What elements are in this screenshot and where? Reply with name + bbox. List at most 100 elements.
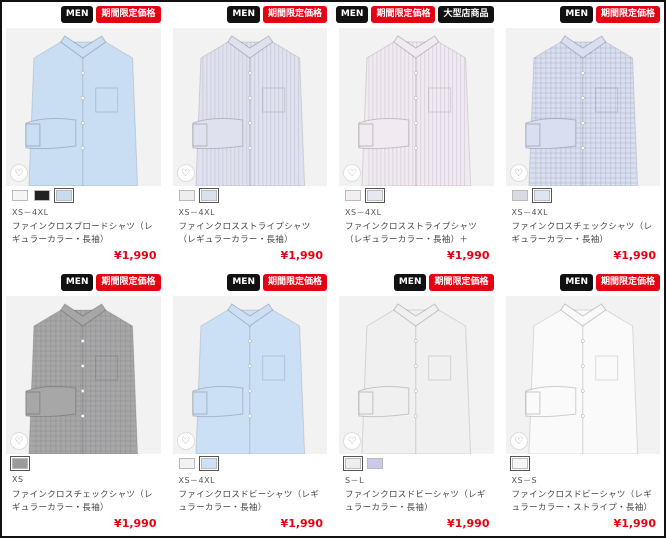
product-image[interactable]: ♡ xyxy=(339,28,494,186)
favorite-icon[interactable]: ♡ xyxy=(10,432,28,450)
color-swatches xyxy=(509,456,530,471)
color-swatches xyxy=(343,456,383,471)
men-badge: MEN xyxy=(227,6,260,23)
badge-group: MEN 期間限定価格 xyxy=(560,6,660,23)
product-image[interactable]: ♡ xyxy=(6,296,161,454)
color-swatches xyxy=(511,188,552,203)
shirt-illustration xyxy=(358,35,472,186)
favorite-icon[interactable]: ♡ xyxy=(176,164,195,182)
product-grid: MEN 期間限定価格 ♡ XS－4XL ファインクロスブロードシャツ（レギュラーカラー・… xyxy=(6,4,660,536)
color-swatch[interactable] xyxy=(178,190,195,201)
size-range: XS－4XL xyxy=(178,208,216,217)
product-card[interactable]: MEN 期間限定価格 ♡ XS－4XL ファインクロスストライプシャツ（レギュラーカラー… xyxy=(172,4,327,272)
color-swatches xyxy=(12,188,74,203)
color-swatch[interactable] xyxy=(511,190,528,201)
color-swatches xyxy=(345,188,385,203)
color-swatch[interactable] xyxy=(54,188,74,203)
badge-group: MEN 期間限定価格 xyxy=(60,6,161,23)
favorite-icon[interactable]: ♡ xyxy=(343,432,361,450)
color-swatch[interactable] xyxy=(10,456,30,471)
size-range: XS－4XL xyxy=(511,208,549,217)
men-badge: MEN xyxy=(60,274,94,291)
product-price: ¥1,990 xyxy=(114,249,157,262)
color-swatch[interactable] xyxy=(367,458,383,469)
favorite-icon[interactable]: ♡ xyxy=(509,164,528,182)
favorite-icon[interactable]: ♡ xyxy=(509,432,528,450)
size-range: XS－4XL xyxy=(345,208,382,217)
favorite-icon[interactable]: ♡ xyxy=(343,164,361,182)
product-card[interactable]: MEN 期間限定価格 ♡ XS－4XL ファインクロスチェックシャツ（レギュラーカラー・… xyxy=(505,4,660,272)
badge-group: MEN 期間限定価格 大型店商品 xyxy=(335,6,494,23)
color-swatch[interactable] xyxy=(12,190,28,201)
product-name[interactable]: ファインクロスチェックシャツ（レギュラーカラー・長袖） xyxy=(512,221,657,247)
badge-group: MEN 期間限定価格 xyxy=(560,274,660,291)
limited-price-badge: 期間限定価格 xyxy=(429,274,494,291)
product-image[interactable]: ♡ xyxy=(339,296,494,454)
limited-price-badge: 期間限定価格 xyxy=(262,6,327,23)
product-card[interactable]: MEN 期間限定価格 ♡ XS ファインクロスチェックシャツ（レギュラーカラー・長袖） ¥… xyxy=(6,272,161,536)
shirt-illustration xyxy=(358,303,472,454)
product-name[interactable]: ファインクロスストライプシャツ（レギュラーカラー・長袖） xyxy=(179,221,324,247)
product-price: ¥1,990 xyxy=(447,517,490,530)
men-badge: MEN xyxy=(560,274,593,291)
product-name[interactable]: ファインクロスドビーシャツ（レギュラーカラー・長袖） xyxy=(179,489,324,515)
color-swatch[interactable] xyxy=(365,188,385,203)
product-card[interactable]: MEN 期間限定価格 ♡ XS－4XL ファインクロスブロードシャツ（レギュラーカラー・… xyxy=(6,4,161,272)
size-range: XS－4XL xyxy=(12,208,49,217)
size-range: XS－4XL xyxy=(178,476,216,485)
favorite-icon[interactable]: ♡ xyxy=(10,164,28,182)
color-swatch[interactable] xyxy=(343,456,363,471)
color-swatch[interactable] xyxy=(178,458,195,469)
badge-group: MEN 期間限定価格 xyxy=(227,6,327,23)
product-name[interactable]: ファインクロスドビーシャツ（レギュラーカラー・ストライプ・長袖） xyxy=(512,489,657,515)
size-range: XS－S xyxy=(511,476,538,485)
product-name[interactable]: ファインクロスストライプシャツ（レギュラーカラー・長袖）＋ xyxy=(345,221,490,247)
men-badge: MEN xyxy=(227,274,260,291)
product-image[interactable]: ♡ xyxy=(505,296,660,454)
color-swatch[interactable] xyxy=(345,190,361,201)
limited-price-badge: 期間限定価格 xyxy=(96,6,161,23)
product-price: ¥1,990 xyxy=(447,249,490,262)
product-price: ¥1,990 xyxy=(280,249,323,262)
product-name[interactable]: ファインクロスチェックシャツ（レギュラーカラー・長袖） xyxy=(12,489,157,515)
color-swatches xyxy=(178,188,219,203)
large-store-badge: 大型店商品 xyxy=(438,6,494,23)
size-range: S－L xyxy=(345,476,365,485)
product-name[interactable]: ファインクロスブロードシャツ（レギュラーカラー・長袖） xyxy=(12,221,157,247)
color-swatches xyxy=(178,456,219,471)
favorite-icon[interactable]: ♡ xyxy=(176,432,195,450)
product-card[interactable]: MEN 期間限定価格 大型店商品 ♡ XS－4XL ファインクロスストライプシャツ（レギュ… xyxy=(335,4,494,272)
men-badge: MEN xyxy=(60,6,94,23)
product-price: ¥1,990 xyxy=(613,249,656,262)
product-image[interactable]: ♡ xyxy=(6,28,161,186)
product-image[interactable]: ♡ xyxy=(172,296,327,454)
color-swatch[interactable] xyxy=(34,190,50,201)
product-price: ¥1,990 xyxy=(613,517,656,530)
color-swatches xyxy=(10,456,30,471)
men-badge: MEN xyxy=(335,6,369,23)
men-badge: MEN xyxy=(393,274,427,291)
badge-group: MEN 期間限定価格 xyxy=(393,274,494,291)
shirt-illustration xyxy=(191,35,305,186)
color-swatch[interactable] xyxy=(198,188,219,203)
color-swatch[interactable] xyxy=(531,188,552,203)
color-swatch[interactable] xyxy=(198,456,219,471)
limited-price-badge: 期間限定価格 xyxy=(595,274,660,291)
product-price: ¥1,990 xyxy=(280,517,323,530)
product-card[interactable]: MEN 期間限定価格 ♡ S－L ファインクロスドビーシャツ（レギュラーカラー・長袖） ¥… xyxy=(339,272,494,536)
color-swatch[interactable] xyxy=(509,456,530,471)
badge-group: MEN 期間限定価格 xyxy=(227,274,327,291)
product-card[interactable]: MEN 期間限定価格 ♡ XS－4XL ファインクロスドビーシャツ（レギュラーカラー・長… xyxy=(172,272,327,536)
product-image[interactable]: ♡ xyxy=(172,28,327,186)
shirt-illustration xyxy=(524,303,638,454)
shirt-illustration xyxy=(524,35,638,186)
badge-group: MEN 期間限定価格 xyxy=(60,274,161,291)
men-badge: MEN xyxy=(560,6,593,23)
limited-price-badge: 期間限定価格 xyxy=(96,274,161,291)
product-card[interactable]: MEN 期間限定価格 ♡ XS－S ファインクロスドビーシャツ（レギュラーカラー・ストラ… xyxy=(505,272,660,536)
product-name[interactable]: ファインクロスドビーシャツ（レギュラーカラー・長袖） xyxy=(345,489,490,515)
product-image[interactable]: ♡ xyxy=(505,28,660,186)
shirt-illustration xyxy=(191,303,305,454)
limited-price-badge: 期間限定価格 xyxy=(595,6,660,23)
product-price: ¥1,990 xyxy=(114,517,157,530)
